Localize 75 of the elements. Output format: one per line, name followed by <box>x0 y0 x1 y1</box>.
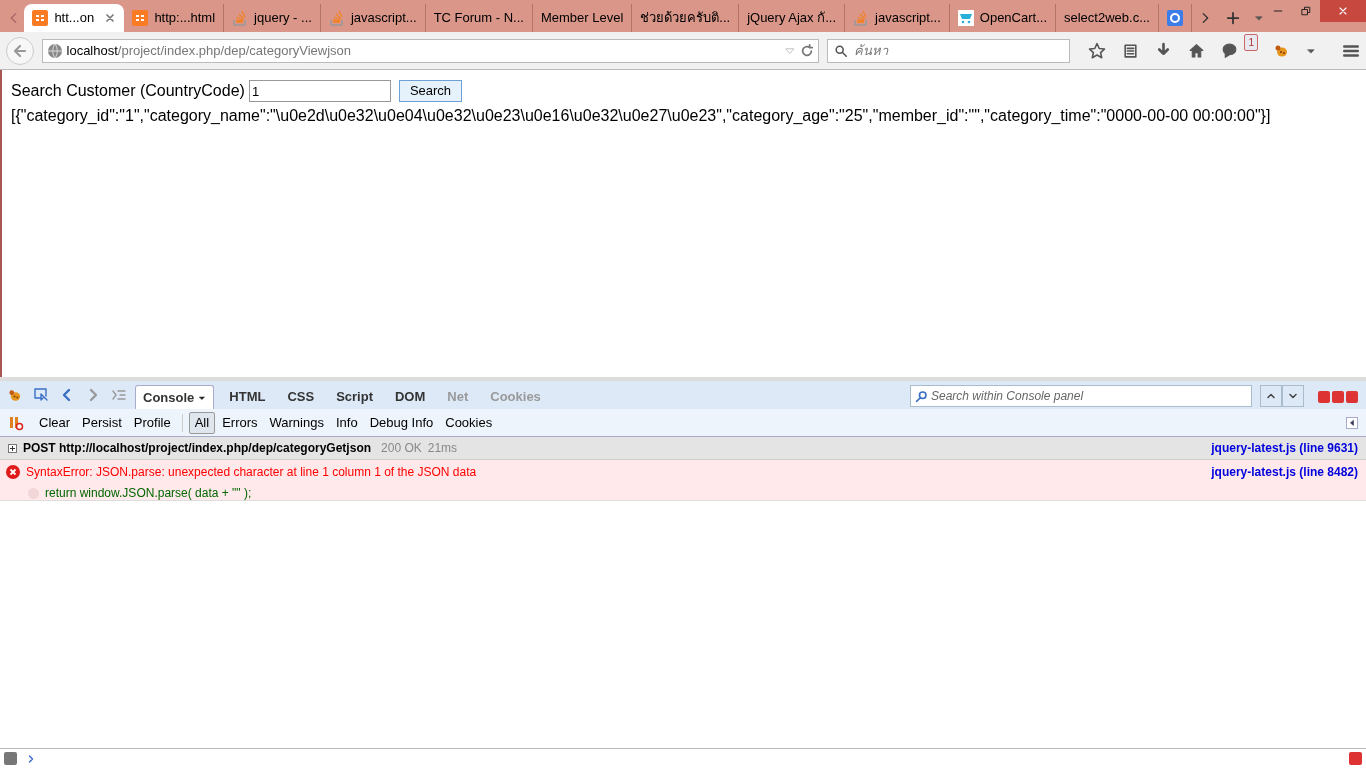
previous-button[interactable] <box>1260 385 1282 407</box>
back-arrow-icon <box>11 42 28 59</box>
search-icon <box>915 389 928 403</box>
search-icon <box>833 43 848 58</box>
console-search-field[interactable]: Search within Console panel <box>910 385 1252 407</box>
stack-icon <box>232 10 249 26</box>
reload-icon[interactable] <box>799 43 814 58</box>
tab-title: OpenCart... <box>979 9 1047 28</box>
next-button[interactable] <box>1282 385 1304 407</box>
panel-tab[interactable]: CSS <box>280 385 322 409</box>
cart-icon <box>957 10 974 26</box>
reading-list-icon[interactable] <box>1122 42 1140 59</box>
tab-title: ช่วยด้วยครับติ... <box>640 9 731 28</box>
url-text: localhost/project/index.php/dep/categoryViewjson <box>66 41 351 60</box>
tab-list-icon[interactable] <box>1254 13 1264 23</box>
tab-title: http:...html <box>154 9 216 28</box>
globe-icon <box>46 42 63 59</box>
inspect-icon[interactable] <box>33 387 49 403</box>
restore-icon[interactable] <box>1300 5 1312 17</box>
request-time: 21ms <box>427 440 458 457</box>
tab-title: Member Level <box>540 9 624 28</box>
error-message: SyntaxError: JSON.parse: unexpected character at line 1 column 1 of the JSON data <box>26 464 477 481</box>
search-placeholder: ค้นหา <box>853 41 888 60</box>
panel-tab[interactable]: Console <box>135 385 215 409</box>
tab-title: select2web.c... <box>1064 9 1150 28</box>
panel-tab[interactable]: DOM <box>388 385 433 409</box>
xampp-logo-icon <box>132 10 149 26</box>
filter-button[interactable]: Warnings <box>264 411 329 434</box>
close-icon[interactable] <box>104 12 117 24</box>
tab-title: jQuery Ajax กั... <box>747 9 837 28</box>
filter-button[interactable]: Debug Info <box>364 411 439 434</box>
filter-button[interactable]: Cookies <box>440 411 498 434</box>
break-on-error-icon[interactable] <box>8 414 24 431</box>
caret-icon <box>198 393 207 402</box>
left-triangle-icon <box>1348 418 1356 427</box>
panel-tab[interactable]: HTML <box>222 385 273 409</box>
tab-title: jquery - ... <box>254 9 312 28</box>
error-icon <box>6 465 20 479</box>
error-source-code: return window.JSON.parse( data + "" ); <box>45 485 252 502</box>
back-button[interactable] <box>6 36 34 65</box>
notification-badge[interactable]: 1 <box>1244 33 1258 51</box>
search-placeholder: Search within Console panel <box>931 388 1084 405</box>
tab-title: TC Forum - N... <box>433 9 524 28</box>
filter-button[interactable]: Info <box>330 411 363 434</box>
close-window-icon[interactable] <box>1337 5 1349 17</box>
filter-button[interactable]: Errors <box>217 411 263 434</box>
tab-title: javascript... <box>350 9 417 28</box>
source-link[interactable]: jquery-latest.js (line 9631) <box>1211 439 1358 457</box>
collapse-button[interactable] <box>1346 416 1358 429</box>
search-button[interactable]: Search <box>398 80 463 102</box>
new-tab-icon[interactable] <box>1226 11 1240 25</box>
tab-title: javascript... <box>875 9 941 28</box>
source-link[interactable]: jquery-latest.js (line 8482) <box>1211 463 1358 500</box>
panel-tab[interactable]: Script <box>329 385 380 409</box>
stack-icon <box>328 10 345 26</box>
search-field[interactable]: ค้นหา <box>826 38 1071 63</box>
tab-title: htt...on <box>54 9 95 28</box>
console-action-button[interactable]: Clear <box>34 411 76 434</box>
json-output: [{"category_id":"1","category_name":"\u0e2d\u0e32\u0e04\u0e32\u0e23\u0e16\u0e32\u0e27\u0e23","category_age":"25","member_id":"","category_time":"0000-00-00 00:00:00"}] <box>11 106 1272 126</box>
bug-icon[interactable] <box>8 387 23 403</box>
chat-icon[interactable] <box>1221 42 1239 59</box>
home-icon[interactable] <box>1188 42 1206 59</box>
console-action-button[interactable]: Profile <box>128 411 176 434</box>
request-url[interactable]: POST http://localhost/project/index.php/dep/categoryGetjson <box>23 439 372 457</box>
filter-button[interactable]: All <box>188 411 216 434</box>
input-field[interactable]: 1 <box>248 80 391 102</box>
address-bar[interactable]: localhost/project/index.php/dep/categoryViewjson <box>41 38 819 63</box>
expand-icon[interactable] <box>8 443 17 453</box>
bookmark-star-icon[interactable] <box>1088 41 1107 60</box>
console-action-button[interactable]: Persist <box>77 411 127 434</box>
stack-icon <box>853 10 870 26</box>
request-status: 200 OK <box>381 440 422 457</box>
search-label: Search Customer (CountryCode) <box>11 81 245 101</box>
browser-tab[interactable]: htt...on <box>24 4 125 32</box>
xampp-logo-icon <box>32 10 49 26</box>
